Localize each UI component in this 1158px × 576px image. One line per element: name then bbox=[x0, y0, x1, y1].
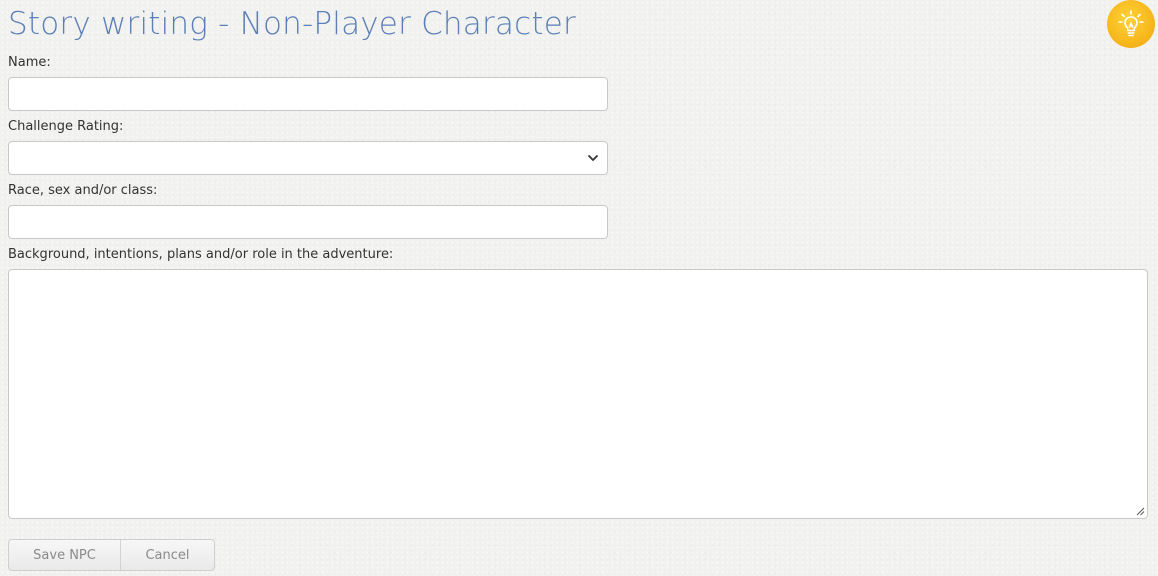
lightbulb-icon bbox=[1118, 10, 1144, 37]
page-title: Story writing - Non-Player Character bbox=[8, 6, 576, 42]
race-input[interactable] bbox=[8, 205, 608, 239]
action-button-group: Save NPC Cancel bbox=[8, 539, 215, 571]
race-label: Race, sex and/or class: bbox=[8, 183, 158, 198]
background-label: Background, intentions, plans and/or rol… bbox=[8, 247, 394, 262]
save-npc-button[interactable]: Save NPC bbox=[9, 540, 120, 570]
background-textarea[interactable] bbox=[8, 269, 1148, 519]
resize-handle-icon[interactable] bbox=[1135, 506, 1145, 516]
challenge-rating-label: Challenge Rating: bbox=[8, 119, 124, 134]
cancel-button[interactable]: Cancel bbox=[120, 540, 214, 570]
name-input[interactable] bbox=[8, 77, 608, 111]
name-label: Name: bbox=[8, 55, 51, 70]
hint-button[interactable] bbox=[1107, 0, 1155, 48]
chevron-down-icon bbox=[588, 155, 598, 161]
challenge-rating-select[interactable] bbox=[8, 141, 608, 175]
